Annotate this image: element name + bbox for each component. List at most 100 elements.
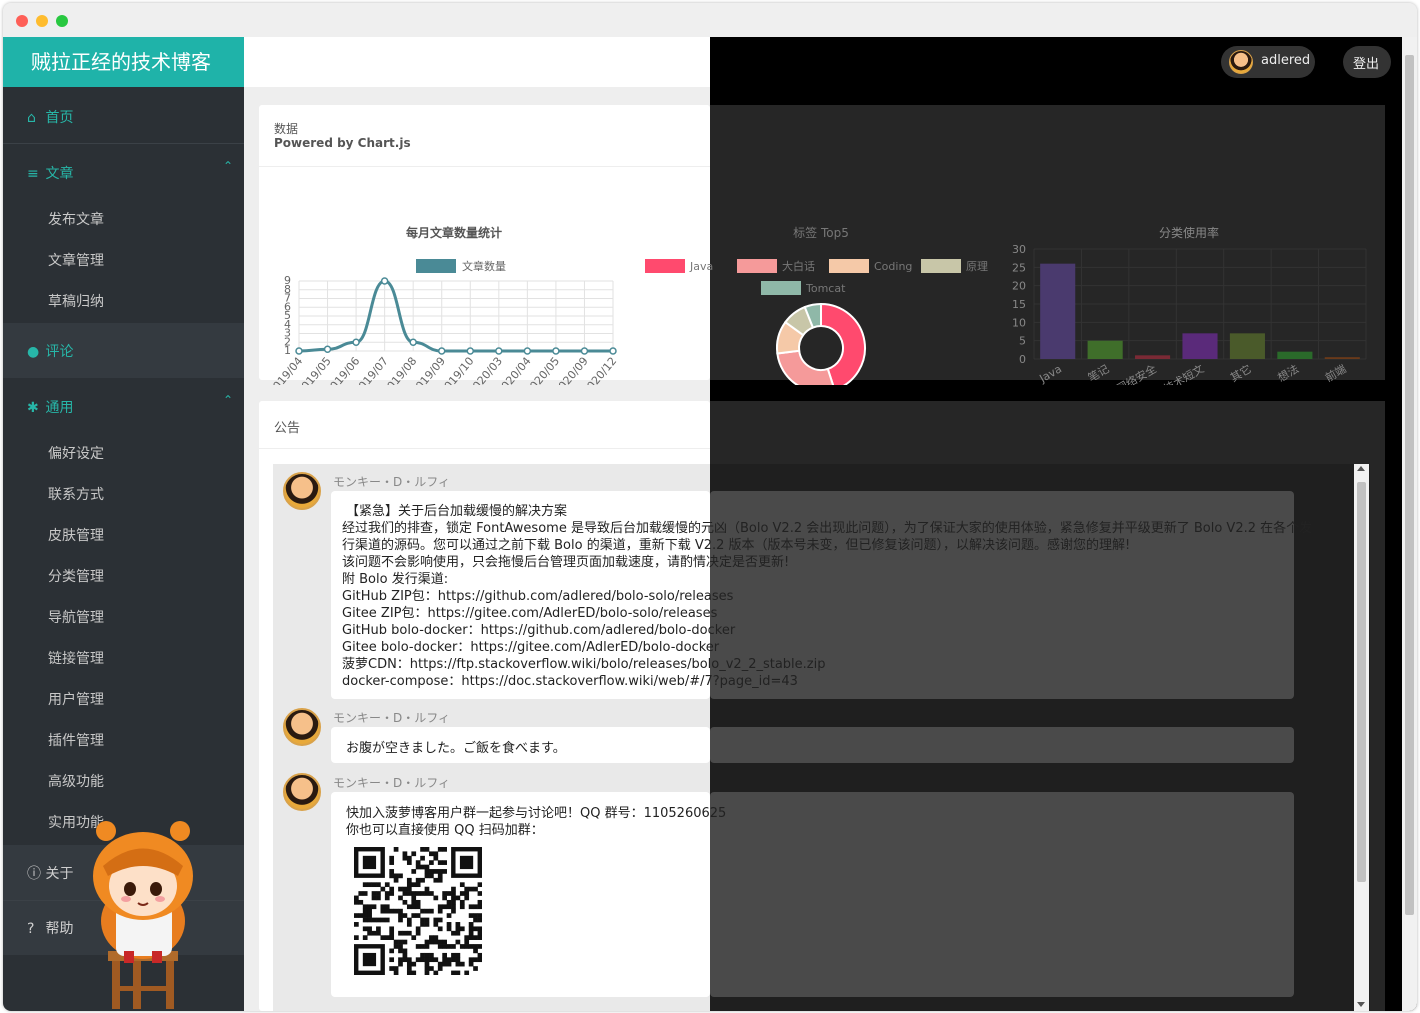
qr-module bbox=[477, 952, 482, 958]
qr-module bbox=[442, 961, 447, 967]
scroll-up-arrow[interactable] bbox=[1357, 466, 1365, 471]
qr-module bbox=[420, 847, 425, 852]
qr-module bbox=[437, 860, 443, 865]
sidebar-item-publish[interactable]: 发布文章 bbox=[48, 209, 104, 229]
qr-module bbox=[406, 855, 412, 861]
qr-module bbox=[411, 895, 417, 901]
qr-module bbox=[433, 935, 439, 940]
qr-module bbox=[459, 926, 465, 932]
qr-module bbox=[455, 970, 461, 975]
qr-module bbox=[420, 917, 425, 923]
qr-module bbox=[389, 886, 395, 892]
page-scrollbar[interactable] bbox=[1402, 37, 1417, 1011]
maximize-window-dot[interactable] bbox=[56, 15, 68, 27]
qr-module bbox=[451, 970, 456, 975]
qr-module bbox=[411, 851, 417, 857]
qr-module bbox=[451, 944, 456, 949]
sidebar-item-categories[interactable]: 分类管理 bbox=[48, 566, 104, 586]
qr-module bbox=[429, 957, 434, 963]
qr-module bbox=[429, 860, 434, 865]
qr-module bbox=[446, 899, 452, 905]
qq-group-qr-code[interactable] bbox=[354, 847, 482, 975]
data-point bbox=[609, 347, 617, 355]
data-point bbox=[323, 345, 332, 353]
close-window-dot[interactable] bbox=[16, 15, 28, 27]
qr-module bbox=[415, 899, 421, 905]
qr-finder bbox=[362, 855, 377, 870]
category-usage-bar-chart: 分类使用率 30 25 20 15 10 5 0 Java 笔记 网络安全 技术短文 其它 想法 前端 bbox=[1012, 225, 1367, 385]
qr-module bbox=[393, 873, 399, 879]
sidebar-item-preferences[interactable]: 偏好设定 bbox=[48, 443, 104, 463]
sidebar-item-navigation[interactable]: 导航管理 bbox=[48, 607, 104, 627]
qr-module bbox=[437, 917, 443, 923]
notice-card-title: 公告 bbox=[274, 421, 301, 436]
qr-module bbox=[455, 895, 461, 901]
qr-module bbox=[442, 944, 447, 949]
notice-header-line bbox=[259, 448, 710, 449]
qr-module bbox=[451, 895, 456, 901]
feed-scrollbar[interactable] bbox=[1354, 464, 1369, 1011]
chart-title: 每月文章数量统计 bbox=[406, 225, 502, 240]
post-line: お腹が空きました。ご飯を食べます。 bbox=[346, 741, 566, 756]
qr-module bbox=[437, 873, 443, 879]
qr-module bbox=[437, 877, 443, 883]
qr-module bbox=[459, 961, 465, 967]
sidebar-item-users[interactable]: 用户管理 bbox=[48, 689, 104, 709]
y-tick-label: 20 bbox=[1012, 280, 1026, 293]
qr-module bbox=[424, 970, 430, 975]
qr-module bbox=[424, 917, 430, 923]
sidebar-item-general[interactable]: ✱ 通用 ⌃ bbox=[3, 393, 244, 417]
sidebar-item-manage[interactable]: 文章管理 bbox=[48, 250, 104, 270]
logout-button[interactable]: 登出 bbox=[1343, 46, 1391, 78]
sidebar-item-contact[interactable]: 联系方式 bbox=[48, 484, 104, 504]
sidebar-item-plugins[interactable]: 插件管理 bbox=[48, 730, 104, 750]
release-link[interactable]: docker-compose：https://doc.stackoverflow… bbox=[342, 670, 798, 689]
qr-module bbox=[415, 864, 421, 870]
qr-module bbox=[455, 952, 461, 958]
qr-module bbox=[455, 922, 461, 927]
sidebar-item-advanced[interactable]: 高级功能 bbox=[48, 771, 104, 791]
qr-module bbox=[477, 891, 482, 896]
qr-module bbox=[433, 917, 439, 923]
qr-module bbox=[371, 891, 377, 896]
legend-swatch bbox=[829, 259, 869, 273]
scrollbar-thumb[interactable] bbox=[1357, 482, 1366, 882]
sidebar-item-links[interactable]: 链接管理 bbox=[48, 648, 104, 668]
qr-module bbox=[367, 926, 372, 932]
sidebar-item-articles[interactable]: ≡ 文章 ⌃ bbox=[3, 159, 244, 183]
user-menu-button[interactable]: adlered bbox=[1221, 46, 1315, 78]
notice-feed[interactable]: モンキー・D・ルフィ 【紧急】关于后台加载缓慢的解决方案 经过我们的排查，锁定 … bbox=[273, 464, 1370, 1011]
sidebar-item-skins[interactable]: 皮肤管理 bbox=[48, 525, 104, 545]
qr-module bbox=[376, 930, 381, 936]
qr-module bbox=[464, 895, 470, 901]
legend-label: 大白话 bbox=[782, 259, 815, 273]
qr-module bbox=[446, 922, 452, 927]
qr-finder bbox=[362, 952, 377, 967]
logout-label: 登出 bbox=[1353, 57, 1380, 72]
qr-module bbox=[437, 966, 443, 971]
qr-module bbox=[477, 930, 482, 936]
scroll-down-arrow[interactable] bbox=[1357, 1002, 1365, 1007]
qr-module bbox=[362, 904, 368, 910]
qr-module bbox=[468, 922, 474, 927]
brand-title[interactable]: 贼拉正经的技术博客 bbox=[3, 37, 244, 87]
qr-module bbox=[393, 908, 399, 914]
sidebar-item-home[interactable]: ⌂ 首页 bbox=[3, 107, 244, 127]
qr-module bbox=[459, 944, 465, 949]
qr-module bbox=[354, 913, 359, 918]
qr-module bbox=[473, 886, 478, 892]
qr-module bbox=[442, 869, 447, 874]
qr-module bbox=[429, 952, 434, 958]
post-author: モンキー・D・ルフィ bbox=[333, 711, 451, 725]
sidebar-item-comments[interactable]: ● 评论 bbox=[3, 341, 244, 361]
sidebar-item-drafts[interactable]: 草稿归纳 bbox=[48, 291, 104, 311]
qr-module bbox=[473, 935, 478, 940]
qr-module bbox=[358, 899, 364, 905]
qr-module bbox=[437, 869, 443, 874]
page-scrollbar-thumb[interactable] bbox=[1405, 55, 1414, 915]
qr-module bbox=[442, 939, 447, 945]
qr-module bbox=[389, 855, 395, 861]
minimize-window-dot[interactable] bbox=[36, 15, 48, 27]
qr-module bbox=[424, 957, 430, 963]
tag-top5-doughnut-chart: 标签 Top5 Java 大白话 Coding 原理 Tomcat bbox=[645, 225, 988, 385]
